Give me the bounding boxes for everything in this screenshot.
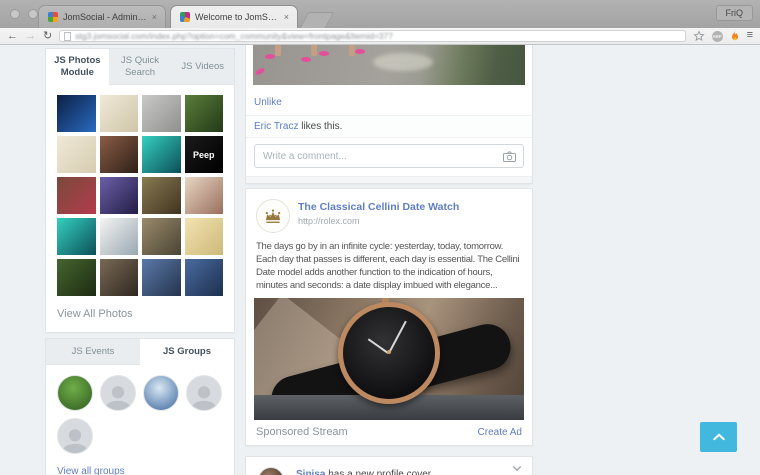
- browser-chrome: JomSocial - Administration×Welcome to Jo…: [0, 0, 760, 45]
- close-window-button[interactable]: [10, 9, 20, 19]
- minimize-window-button[interactable]: [28, 9, 38, 19]
- rolex-crown-logo: [256, 199, 290, 233]
- group-avatars: [46, 365, 234, 454]
- sponsored-footer: Sponsored Stream Create Ad: [254, 420, 524, 445]
- comic-strip-photo[interactable]: [57, 136, 96, 173]
- address-bar[interactable]: stg3.jomsocial.com/index.php?option=com_…: [59, 30, 686, 42]
- tab-favicon: [48, 12, 58, 22]
- man-green-photo[interactable]: [57, 259, 96, 296]
- bookmark-star-icon[interactable]: [692, 30, 705, 42]
- comment-input[interactable]: [254, 144, 524, 168]
- tab-js-quick-search[interactable]: JS Quick Search: [108, 49, 172, 85]
- sponsored-header: The Classical Cellini Date Watch http://…: [254, 197, 524, 233]
- groups-module-tabs: JS Events JS Groups: [46, 339, 234, 365]
- profile-cover-post: Sinisa has a new profile cover. 6 months…: [245, 456, 533, 475]
- liker-link[interactable]: Eric Tracz: [254, 121, 298, 132]
- tab-js-photos-module[interactable]: JS Photos Module: [46, 49, 109, 85]
- new-tab-button[interactable]: [299, 12, 335, 28]
- page-icon: [64, 31, 72, 41]
- photos-module-card: JS Photos Module JS Quick Search JS Videos…: [45, 48, 235, 333]
- back-button[interactable]: ←: [7, 30, 18, 42]
- chevron-down-icon[interactable]: [512, 465, 522, 472]
- sponsored-body-text: The days go by in an infinite cycle: yes…: [256, 241, 520, 291]
- comment-area: [246, 137, 532, 176]
- group-avatar-placeholder[interactable]: [100, 375, 136, 411]
- stream-photo[interactable]: [253, 45, 525, 85]
- flag-face-photo[interactable]: [57, 177, 96, 214]
- comic-figures-photo[interactable]: [184, 218, 223, 255]
- unlike-link[interactable]: Unlike: [254, 97, 282, 108]
- groups-module-card: JS Events JS Groups View all groups: [45, 338, 235, 475]
- browser-tab[interactable]: Welcome to JomSocial's C ×: [170, 5, 298, 28]
- group-avatar-placeholder[interactable]: [186, 375, 222, 411]
- watch-ad-image[interactable]: [254, 298, 524, 420]
- photos-module-tabs: JS Photos Module JS Quick Search JS Videos: [46, 49, 235, 85]
- sponsored-stream-label: Sponsored Stream: [256, 426, 348, 438]
- comic-strip-photo[interactable]: [99, 95, 138, 132]
- page-content: JS Photos Module JS Quick Search JS Videos…: [0, 45, 760, 475]
- tab-favicon: [180, 12, 190, 22]
- toilet-photo[interactable]: [142, 95, 181, 132]
- tab-title: JomSocial - Administration: [63, 12, 147, 22]
- city-skyline-photo[interactable]: [99, 177, 138, 214]
- camera-icon[interactable]: [503, 151, 516, 162]
- crowd-art-photo[interactable]: [142, 218, 181, 255]
- sidebar: JS Photos Module JS Quick Search JS Videos…: [45, 48, 235, 475]
- chrome-profile-chip[interactable]: FriQ: [715, 5, 753, 21]
- likes-row: Eric Tracz likes this.: [246, 115, 532, 137]
- author-link[interactable]: Sinisa: [296, 469, 325, 475]
- sponsored-url: http://rolex.com: [298, 216, 360, 226]
- woman-portrait-photo[interactable]: [184, 177, 223, 214]
- likes-text: likes this.: [298, 121, 343, 132]
- hair-art-blue-photo[interactable]: [184, 259, 223, 296]
- tab-close-icon[interactable]: ×: [284, 12, 289, 22]
- blue-pill-photo[interactable]: [57, 95, 96, 132]
- browser-tabs: JomSocial - Administration×Welcome to Jo…: [38, 5, 335, 28]
- post-action-text: has a new profile cover.: [325, 469, 434, 475]
- tab-js-groups[interactable]: JS Groups: [140, 339, 234, 365]
- scroll-to-top-button[interactable]: [700, 422, 737, 452]
- tab-strip: JomSocial - Administration×Welcome to Jo…: [0, 0, 760, 28]
- group-avatar-placeholder[interactable]: [57, 418, 93, 454]
- teal-art-photo[interactable]: [142, 136, 181, 173]
- post-footer-strip: [246, 176, 532, 183]
- teal-art-photo[interactable]: [57, 218, 96, 255]
- crown-icon: [265, 209, 281, 223]
- stream-post-liked: Unlike Eric Tracz likes this.: [245, 45, 533, 184]
- post-actions: Unlike: [246, 85, 532, 115]
- forward-button: →: [25, 29, 36, 42]
- tab-title: Welcome to JomSocial's C: [195, 12, 279, 22]
- activity-stream: Unlike Eric Tracz likes this. Write a co…: [245, 45, 533, 475]
- view-all-groups-link[interactable]: View all groups: [46, 454, 234, 475]
- avatar[interactable]: [258, 467, 284, 475]
- sponsored-post: The Classical Cellini Date Watch http://…: [245, 188, 533, 446]
- flame-extension-icon[interactable]: [730, 30, 740, 42]
- watch-dial: [338, 302, 440, 404]
- group-avatar-photo[interactable]: [143, 375, 179, 411]
- tab-js-videos[interactable]: JS Videos: [171, 49, 235, 85]
- group-avatar-photo[interactable]: [57, 375, 93, 411]
- url-text: stg3.jomsocial.com/index.php?option=com_…: [75, 31, 393, 41]
- hair-art-photo[interactable]: [99, 259, 138, 296]
- reload-button[interactable]: ↻: [43, 30, 52, 42]
- couple-photo[interactable]: [99, 136, 138, 173]
- sponsored-title-link[interactable]: The Classical Cellini Date Watch: [298, 201, 459, 213]
- browser-tab[interactable]: JomSocial - Administration ×: [38, 5, 166, 28]
- silhouette-page-photo[interactable]: [99, 218, 138, 255]
- create-ad-link[interactable]: Create Ad: [478, 427, 522, 438]
- chrome-menu-icon[interactable]: ≡: [747, 30, 753, 40]
- man-portrait-photo[interactable]: [184, 95, 223, 132]
- browser-toolbar: ← → ↻ stg3.jomsocial.com/index.php?optio…: [0, 28, 760, 45]
- tab-js-events[interactable]: JS Events: [46, 339, 140, 365]
- adblock-extension-icon[interactable]: ABP: [711, 30, 723, 42]
- photo-grid: Peep: [46, 85, 234, 296]
- chevron-up-icon: [712, 433, 725, 441]
- barber-photo[interactable]: [142, 259, 181, 296]
- view-all-photos-link[interactable]: View All Photos: [46, 296, 234, 332]
- peep-tile[interactable]: Peep: [184, 136, 223, 173]
- mosaic-face-photo[interactable]: [142, 177, 181, 214]
- tab-close-icon[interactable]: ×: [152, 12, 157, 22]
